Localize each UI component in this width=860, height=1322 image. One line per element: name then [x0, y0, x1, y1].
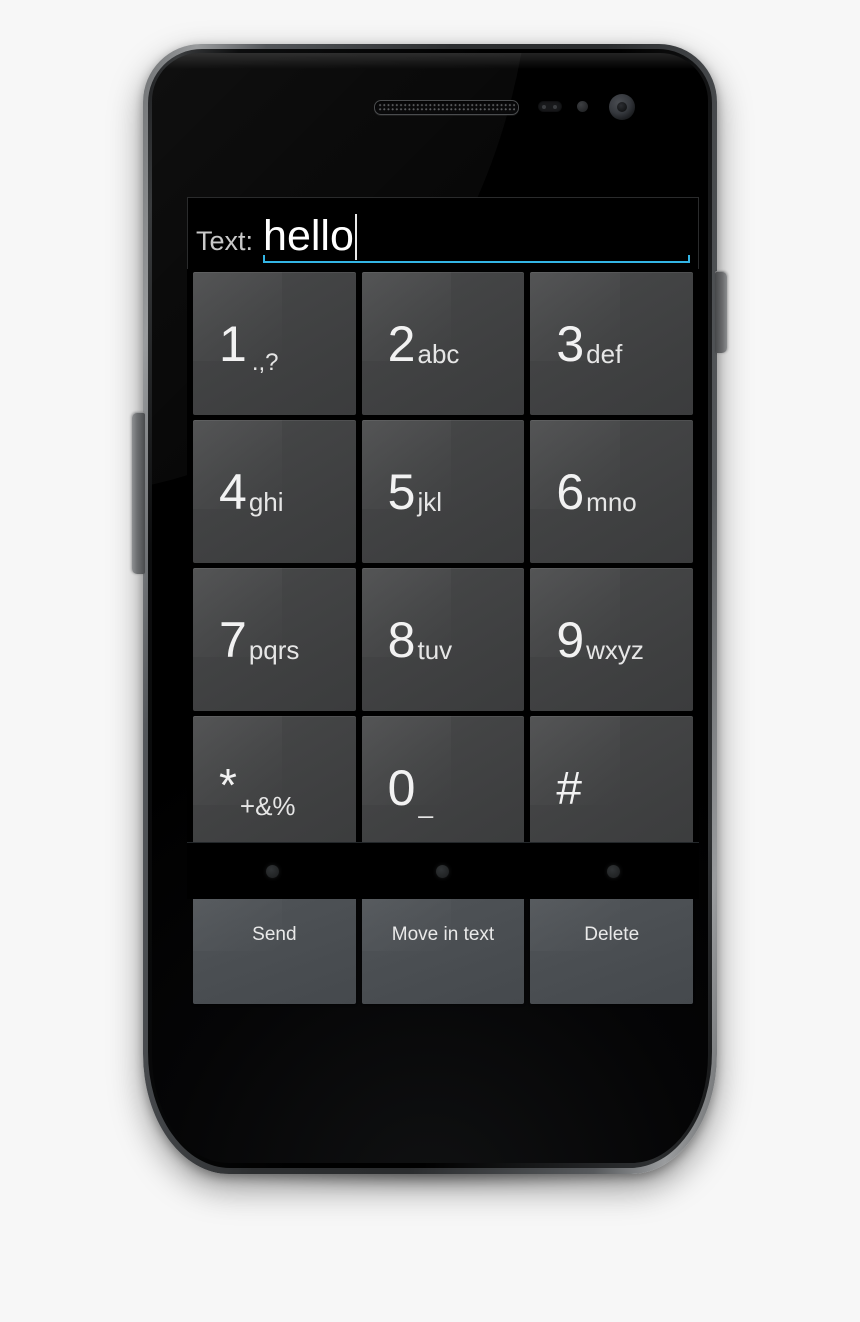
- key-hash[interactable]: #: [530, 716, 694, 859]
- key-digit: 1: [219, 315, 247, 372]
- key-letters: jkl: [417, 487, 443, 517]
- proximity-sensor-icon: [538, 101, 562, 112]
- text-input[interactable]: hello: [263, 206, 690, 263]
- key-6[interactable]: 6 mno: [530, 420, 694, 563]
- key-letters: pqrs: [248, 635, 300, 665]
- front-camera-icon: [609, 94, 635, 120]
- earpiece-speaker-icon: [374, 100, 519, 115]
- text-field-label: Text:: [196, 226, 254, 256]
- key-0[interactable]: 0 _: [361, 716, 525, 859]
- key-5[interactable]: 5 jkl: [361, 420, 525, 563]
- delete-button-label: Delete: [584, 923, 640, 945]
- key-digit: 5: [387, 463, 416, 520]
- key-digit: #: [556, 761, 582, 814]
- key-star[interactable]: * +&%: [193, 716, 356, 859]
- text-input-value: hello: [263, 212, 354, 260]
- android-phone-device: Text: hello 1 .,? 2 abc 3 def 4 ghi 5 jk…: [132, 44, 727, 1174]
- key-digit: 6: [556, 463, 585, 520]
- text-field-row: Text: hello: [187, 197, 699, 269]
- key-digit: 4: [219, 463, 247, 520]
- key-digit: 9: [556, 611, 585, 668]
- keypad-row: 7 pqrs 8 tuv 9 wxyz: [193, 568, 694, 711]
- key-digit: *: [219, 758, 237, 811]
- keypad-row: 1 .,? 2 abc 3 def: [193, 272, 694, 415]
- glass-top-gloss: [152, 53, 708, 69]
- move-in-text-button-label: Move in text: [391, 923, 495, 945]
- nav-home-button-icon[interactable]: [436, 864, 450, 878]
- key-letters: def: [586, 339, 623, 369]
- key-letters: ghi: [248, 487, 284, 517]
- key-4[interactable]: 4 ghi: [193, 420, 356, 563]
- volume-rocker-button[interactable]: [132, 412, 145, 574]
- android-navigation-bar: [187, 842, 699, 899]
- key-letters: abc: [417, 339, 460, 369]
- key-8[interactable]: 8 tuv: [361, 568, 525, 711]
- phone-screen: Text: hello 1 .,? 2 abc 3 def 4 ghi 5 jk…: [187, 197, 699, 1004]
- nav-back-button-icon[interactable]: [265, 864, 279, 878]
- key-7[interactable]: 7 pqrs: [193, 568, 356, 711]
- text-caret: [354, 214, 357, 260]
- ambient-light-sensor-icon: [577, 101, 588, 112]
- key-letters: tuv: [417, 635, 453, 665]
- key-1[interactable]: 1 .,?: [193, 272, 356, 415]
- key-digit: 3: [556, 315, 585, 372]
- nav-recents-button-icon[interactable]: [607, 864, 621, 878]
- key-letters: mno: [586, 487, 637, 517]
- key-9[interactable]: 9 wxyz: [530, 568, 694, 711]
- keypad-row: * +&% 0 _ #: [193, 716, 694, 859]
- speaker-grille-pattern: [378, 103, 515, 112]
- power-button[interactable]: [715, 271, 727, 353]
- key-digit: 8: [387, 611, 416, 668]
- key-2[interactable]: 2 abc: [361, 272, 525, 415]
- keypad-row: 4 ghi 5 jkl 6 mno: [193, 420, 694, 563]
- key-digit: 0: [387, 759, 416, 816]
- send-button-label: Send: [252, 923, 297, 945]
- key-letters: .,?: [251, 349, 279, 376]
- device-front-glass: Text: hello 1 .,? 2 abc 3 def 4 ghi 5 jk…: [152, 53, 708, 1163]
- key-digit: 7: [219, 611, 247, 668]
- key-3[interactable]: 3 def: [530, 272, 694, 415]
- key-digit: 2: [387, 315, 416, 372]
- key-letters: wxyz: [586, 635, 644, 665]
